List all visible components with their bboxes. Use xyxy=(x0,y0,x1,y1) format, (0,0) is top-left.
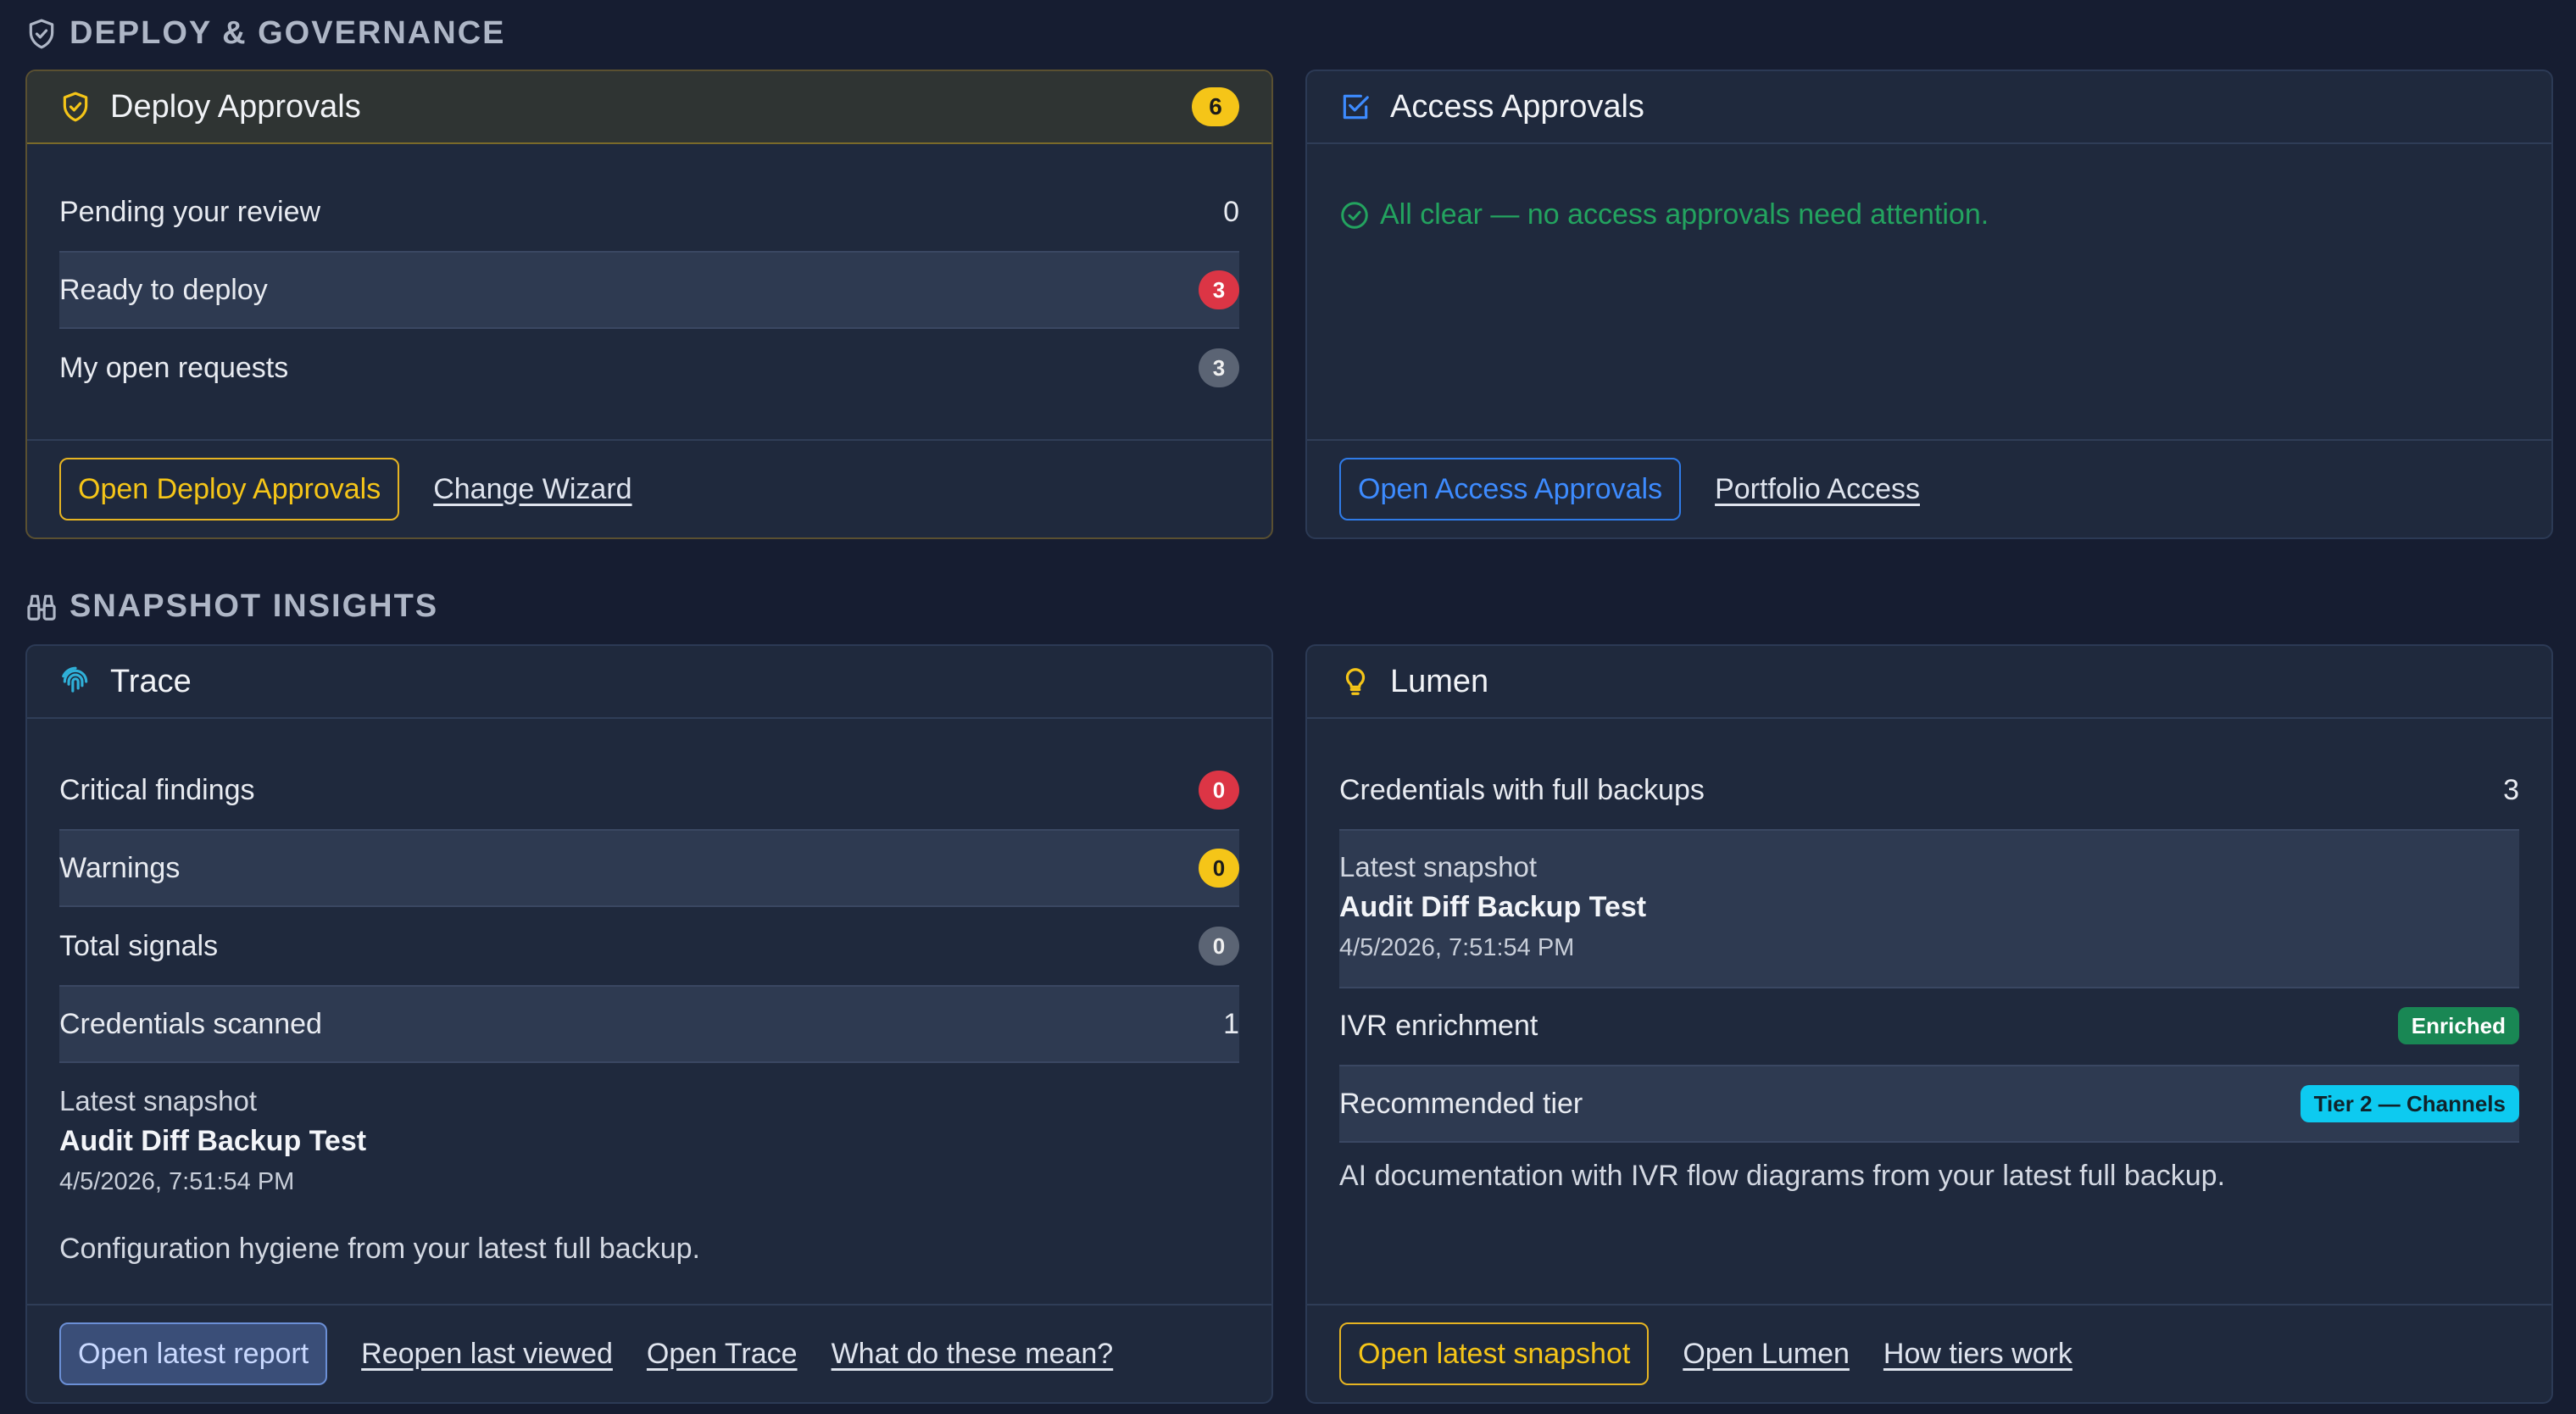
access-approvals-card: Access Approvals All clear — no access a… xyxy=(1305,70,2553,539)
count-pill: 3 xyxy=(1199,270,1239,309)
open-lumen-link[interactable]: Open Lumen xyxy=(1683,1338,1850,1371)
shield-check-icon xyxy=(63,92,88,122)
snapshot-date: 4/5/2026, 7:51:54 PM xyxy=(1339,934,1575,961)
binoculars-icon xyxy=(27,594,56,621)
row-label: Pending your review xyxy=(59,195,321,228)
recommended-tier-row[interactable]: Recommended tier Tier 2 — Channels xyxy=(1339,1065,2519,1143)
card-title: Trace xyxy=(110,663,192,699)
shield-check-icon xyxy=(29,19,54,48)
card-footer: Open latest report Reopen last viewed Op… xyxy=(27,1304,1271,1402)
count-pill: 0 xyxy=(1199,927,1239,966)
count-pill: 0 xyxy=(1199,849,1239,888)
row-value: 1 xyxy=(1223,1007,1239,1040)
row-label: Ready to deploy xyxy=(59,273,268,306)
card-title: Access Approvals xyxy=(1390,88,1644,125)
lightbulb-icon xyxy=(1345,668,1366,695)
check-circle-icon xyxy=(1341,201,1368,229)
card-footer: Open latest snapshot Open Lumen How tier… xyxy=(1307,1304,2551,1402)
open-access-approvals-button[interactable]: Open Access Approvals xyxy=(1339,458,1682,521)
credentials-full-backups-row[interactable]: Credentials with full backups 3 xyxy=(1339,751,2519,829)
lumen-description: AI documentation with IVR flow diagrams … xyxy=(1339,1160,2226,1192)
deploy-governance-heading: DEPLOY & GOVERNANCE xyxy=(25,15,505,52)
how-tiers-work-link[interactable]: How tiers work xyxy=(1883,1338,2072,1371)
dashboard: DEPLOY & GOVERNANCE Deploy Approvals 6 P… xyxy=(0,0,2576,1414)
open-deploy-approvals-button[interactable]: Open Deploy Approvals xyxy=(59,458,400,521)
ready-to-deploy-row[interactable]: Ready to deploy 3 xyxy=(59,251,1239,329)
count-pill: 3 xyxy=(1199,348,1239,387)
snapshot-label: Latest snapshot xyxy=(59,1085,257,1116)
row-value: 0 xyxy=(1223,195,1239,228)
fingerprint-icon xyxy=(62,666,88,693)
row-label: Credentials scanned xyxy=(59,1007,322,1040)
open-latest-snapshot-button[interactable]: Open latest snapshot xyxy=(1339,1322,1650,1385)
critical-findings-row[interactable]: Critical findings 0 xyxy=(59,751,1239,829)
count-badge: 6 xyxy=(1192,87,1239,126)
row-label: Critical findings xyxy=(59,773,255,806)
enriched-badge: Enriched xyxy=(2397,1007,2519,1044)
snapshot-insights-heading: SNAPSHOT INSIGHTS xyxy=(25,588,438,625)
section-title-text: SNAPSHOT INSIGHTS xyxy=(70,588,439,624)
card-header: Access Approvals xyxy=(1307,71,2551,144)
my-open-requests-row[interactable]: My open requests 3 xyxy=(59,329,1239,407)
ivr-enrichment-row[interactable]: IVR enrichment Enriched xyxy=(1339,987,2519,1065)
all-clear-message: All clear — no access approvals need att… xyxy=(1339,198,1989,231)
card-footer: Open Deploy Approvals Change Wizard xyxy=(27,439,1271,537)
open-latest-report-button[interactable]: Open latest report xyxy=(59,1322,328,1385)
lumen-card: Lumen Credentials with full backups 3 La… xyxy=(1305,644,2553,1404)
portfolio-access-link[interactable]: Portfolio Access xyxy=(1715,473,1920,506)
row-label: Total signals xyxy=(59,929,219,962)
total-signals-row[interactable]: Total signals 0 xyxy=(59,907,1239,985)
pending-review-row[interactable]: Pending your review 0 xyxy=(59,173,1239,251)
latest-snapshot-block: Latest snapshot Audit Diff Backup Test 4… xyxy=(1339,829,2519,988)
card-title: Lumen xyxy=(1390,663,1489,699)
row-label: My open requests xyxy=(59,351,289,384)
credentials-scanned-row[interactable]: Credentials scanned 1 xyxy=(59,985,1239,1063)
card-header: Deploy Approvals 6 xyxy=(27,71,1271,144)
card-title: Deploy Approvals xyxy=(110,88,361,125)
what-do-these-mean-link[interactable]: What do these mean? xyxy=(832,1338,1114,1371)
open-trace-link[interactable]: Open Trace xyxy=(647,1338,798,1371)
section-title-text: DEPLOY & GOVERNANCE xyxy=(70,15,506,51)
tier-badge: Tier 2 — Channels xyxy=(2300,1085,2519,1122)
row-label: Recommended tier xyxy=(1339,1087,1583,1120)
message-text: All clear — no access approvals need att… xyxy=(1380,198,1989,231)
count-pill: 0 xyxy=(1199,771,1239,810)
deploy-approvals-card: Deploy Approvals 6 Pending your review 0… xyxy=(25,70,1273,539)
card-footer: Open Access Approvals Portfolio Access xyxy=(1307,439,2551,537)
row-value: 3 xyxy=(2503,773,2519,806)
row-label: IVR enrichment xyxy=(1339,1009,1538,1042)
row-label: Credentials with full backups xyxy=(1339,773,1705,806)
snapshot-label: Latest snapshot xyxy=(1339,851,1537,882)
snapshot-name: Audit Diff Backup Test xyxy=(59,1125,367,1157)
card-header: Trace xyxy=(27,646,1271,719)
card-header: Lumen xyxy=(1307,646,2551,719)
snapshot-name: Audit Diff Backup Test xyxy=(1339,891,1647,923)
trace-card: Trace Critical findings 0 Warnings 0 Tot… xyxy=(25,644,1273,1404)
snapshot-date: 4/5/2026, 7:51:54 PM xyxy=(59,1168,295,1195)
row-label: Warnings xyxy=(59,851,181,884)
reopen-last-viewed-link[interactable]: Reopen last viewed xyxy=(361,1338,613,1371)
checkbox-icon xyxy=(1343,94,1369,120)
latest-snapshot-block: Latest snapshot Audit Diff Backup Test 4… xyxy=(59,1065,1239,1200)
trace-description: Configuration hygiene from your latest f… xyxy=(59,1233,700,1265)
warnings-row[interactable]: Warnings 0 xyxy=(59,829,1239,907)
change-wizard-link[interactable]: Change Wizard xyxy=(433,473,631,506)
